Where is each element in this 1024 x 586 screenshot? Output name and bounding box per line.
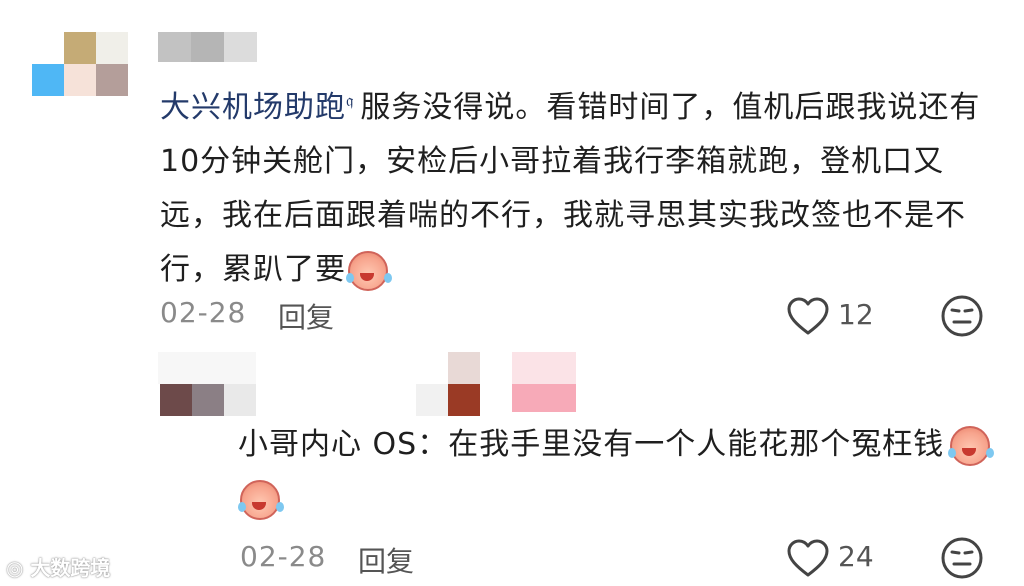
cry-laugh-icon (346, 250, 388, 291)
heart-icon[interactable] (786, 296, 830, 336)
username-blurred[interactable] (158, 32, 257, 62)
like-count: 12 (838, 298, 874, 331)
like-count: 24 (838, 540, 874, 573)
comment-date: 02-28 (160, 296, 247, 329)
reply-body: 小哥内心 OS：在我手里没有一个人能花那个冤枉钱 (238, 418, 998, 526)
reply-text: 小哥内心 OS：在我手里没有一个人能花那个冤枉钱 (238, 427, 945, 462)
comment-body: 大兴机场助跑𝔮 服务没得说。看错时间了，值机后跟我说还有10分钟关舱门，安检后小哥… (160, 74, 990, 297)
search-icon[interactable]: 𝔮 (346, 91, 354, 111)
reply-date: 02-28 (240, 540, 327, 573)
watermark-logo-icon: ◎ (6, 556, 24, 580)
avatar[interactable] (32, 32, 128, 96)
reply-button[interactable]: 回复 (358, 540, 414, 580)
dislike-face-icon[interactable] (940, 536, 984, 580)
watermark: ◎ 大数跨境 (6, 556, 111, 580)
reply-button[interactable]: 回复 (278, 296, 334, 336)
reply-username-blurred[interactable] (158, 352, 578, 416)
dislike-face-icon[interactable] (940, 294, 984, 338)
mention-link[interactable]: 大兴机场助跑 (160, 90, 346, 125)
heart-icon[interactable] (786, 538, 830, 578)
cry-laugh-icon (238, 479, 280, 520)
cry-laugh-icon (948, 425, 991, 466)
